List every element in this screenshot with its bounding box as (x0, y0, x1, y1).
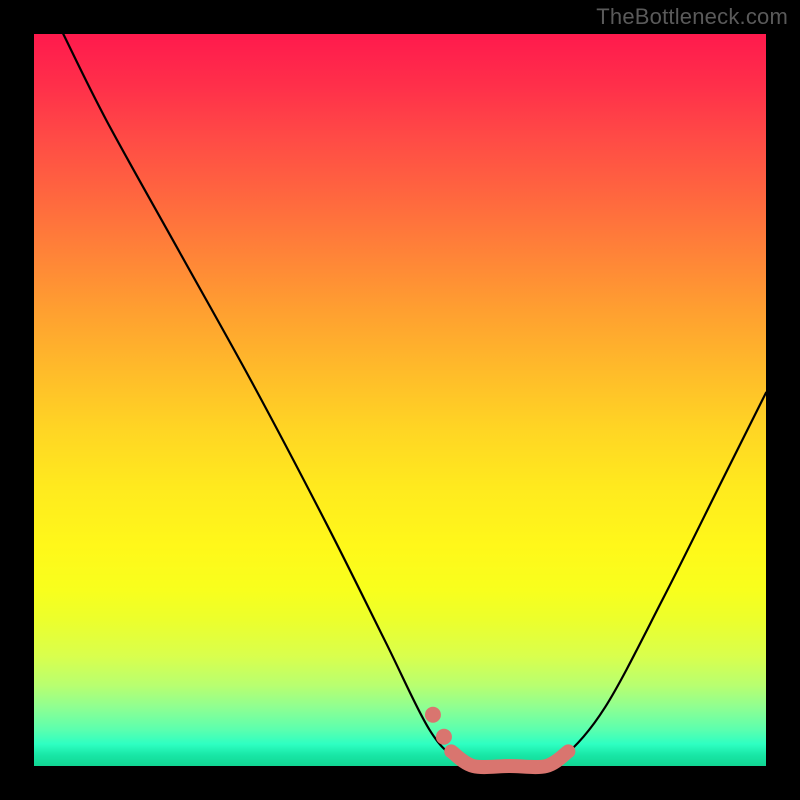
curve-svg (34, 34, 766, 766)
bottleneck-curve (63, 34, 766, 767)
chart-frame: TheBottleneck.com (0, 0, 800, 800)
highlight-dot (425, 707, 441, 723)
highlight-dot (436, 729, 452, 745)
watermark-text: TheBottleneck.com (596, 4, 788, 30)
optimal-zone-highlight (451, 751, 568, 767)
plot-area (34, 34, 766, 766)
